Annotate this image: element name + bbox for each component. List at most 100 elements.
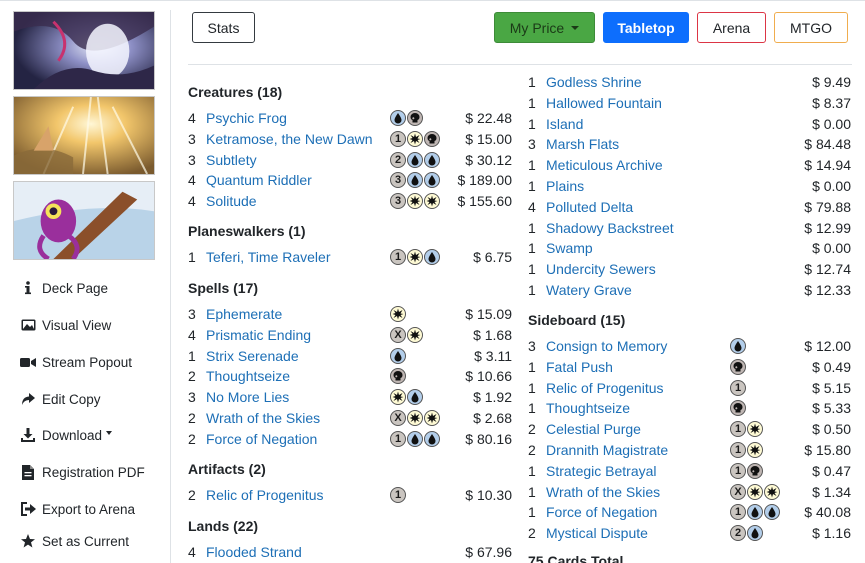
card-name-link[interactable]: Thoughtseize xyxy=(206,368,290,384)
card-name-link[interactable]: Consign to Memory xyxy=(546,338,667,354)
card-price: $ 12.33 xyxy=(804,282,851,298)
card-quantity: 1 xyxy=(528,240,536,257)
stats-button[interactable]: Stats xyxy=(192,12,255,43)
sidebar-item-visual-view[interactable]: Visual View xyxy=(0,313,165,337)
white-mana-icon xyxy=(747,442,763,458)
sidebar-item-export-to-arena[interactable]: Export to Arena xyxy=(0,497,165,521)
star-icon xyxy=(20,533,36,549)
card-price: $ 5.33 xyxy=(812,400,851,417)
sidebar-item-label: Download xyxy=(42,427,103,443)
card-name-link[interactable]: Teferi, Time Raveler xyxy=(206,249,330,265)
card-quantity: 2 xyxy=(188,487,196,503)
card-quantity: 1 xyxy=(528,219,536,236)
card-row: 1 Relic of Progenitus 1 $ 5.15 xyxy=(528,378,851,398)
card-name-link[interactable]: Island xyxy=(546,116,583,132)
card-price: $ 15.09 xyxy=(465,306,512,322)
card-name-link[interactable]: Meticulous Archive xyxy=(546,157,663,173)
section-heading: Lands (22) xyxy=(188,518,259,534)
sidebar-item-set-as-current[interactable]: Set as Current xyxy=(0,529,165,553)
card-row: 3 Ephemerate $ 15.09 xyxy=(188,304,512,324)
white-mana-icon xyxy=(390,389,406,406)
card-price: $ 1.34 xyxy=(812,483,851,500)
card-name-link[interactable]: Swamp xyxy=(546,240,593,256)
arena-button[interactable]: Arena xyxy=(697,12,766,43)
card-name-link[interactable]: Watery Grave xyxy=(546,282,632,298)
card-name-link[interactable]: Celestial Purge xyxy=(546,421,641,437)
sidebar-item-registration-pdf[interactable]: Registration PDF xyxy=(0,460,165,484)
tabletop-button[interactable]: Tabletop xyxy=(603,12,689,43)
card-name-link[interactable]: Ephemerate xyxy=(206,306,282,322)
card-price: $ 10.66 xyxy=(465,368,512,385)
card-name-link[interactable]: Strategic Betrayal xyxy=(546,463,657,479)
white-mana-icon xyxy=(407,193,423,210)
generic-mana-1-icon: 1 xyxy=(390,487,406,503)
card-row: 3 Ketramose, the New Dawn 1 $ 15.00 xyxy=(188,129,512,149)
card-row: 1 Teferi, Time Raveler 1 $ 6.75 xyxy=(188,247,512,267)
card-name-link[interactable]: Ketramose, the New Dawn xyxy=(206,131,373,147)
card-name-link[interactable]: Shadowy Backstreet xyxy=(546,220,674,236)
card-name-link[interactable]: Subtlety xyxy=(206,152,257,168)
card-row: 2 Celestial Purge 1 $ 0.50 xyxy=(528,419,851,439)
black-mana-icon xyxy=(730,358,746,375)
card-name-link[interactable]: Plains xyxy=(546,178,584,194)
card-art-thumbnail-2[interactable] xyxy=(13,96,155,175)
card-quantity: 1 xyxy=(528,74,536,90)
card-row: 1 Undercity Sewers $ 12.74 xyxy=(528,259,851,279)
card-name-link[interactable]: Hallowed Fountain xyxy=(546,95,662,111)
card-price: $ 0.00 xyxy=(812,240,851,257)
card-price: $ 84.48 xyxy=(804,136,851,153)
card-quantity: 1 xyxy=(528,115,536,132)
card-name-link[interactable]: Fatal Push xyxy=(546,359,613,375)
sidebar-item-stream-popout[interactable]: Stream Popout xyxy=(0,350,165,374)
sidebar-item-download[interactable]: Download xyxy=(0,423,165,447)
top-border xyxy=(0,0,865,1)
card-name-link[interactable]: Flooded Strand xyxy=(206,544,302,560)
sidebar-item-deck-page[interactable]: Deck Page xyxy=(0,276,165,300)
blue-mana-icon xyxy=(747,525,763,542)
card-name-link[interactable]: Relic of Progenitus xyxy=(206,487,324,503)
card-art-thumbnail-1[interactable] xyxy=(13,11,155,90)
mana-cost: 1 xyxy=(390,430,440,447)
generic-mana-1-icon: 1 xyxy=(390,430,406,447)
card-name-link[interactable]: Wrath of the Skies xyxy=(206,410,320,426)
caret-down-icon xyxy=(106,431,112,435)
card-art-thumbnail-3[interactable] xyxy=(13,181,155,260)
blue-mana-icon xyxy=(407,172,423,189)
generic-mana-1-icon: 1 xyxy=(730,421,746,438)
card-name-link[interactable]: Wrath of the Skies xyxy=(546,484,660,500)
card-name-link[interactable]: Strix Serenade xyxy=(206,348,299,364)
card-name-link[interactable]: Force of Negation xyxy=(546,504,657,520)
card-name-link[interactable]: Polluted Delta xyxy=(546,199,633,215)
card-row: 4 Flooded Strand $ 67.96 xyxy=(188,542,512,562)
card-quantity: 4 xyxy=(188,326,196,343)
card-name-link[interactable]: Mystical Dispute xyxy=(546,525,648,541)
card-name-link[interactable]: No More Lies xyxy=(206,389,289,405)
card-price: $ 3.11 xyxy=(474,347,512,364)
card-quantity: 1 xyxy=(528,178,536,194)
card-name-link[interactable]: Undercity Sewers xyxy=(546,261,656,277)
my-price-dropdown[interactable]: My Price xyxy=(494,12,595,43)
card-name-link[interactable]: Psychic Frog xyxy=(206,110,287,126)
card-name-link[interactable]: Drannith Magistrate xyxy=(546,442,668,458)
sidebar-item-label: Edit Copy xyxy=(42,391,101,407)
card-price: $ 0.00 xyxy=(812,115,851,132)
card-quantity: 2 xyxy=(528,442,536,458)
card-name-link[interactable]: Force of Negation xyxy=(206,431,317,447)
mana-cost xyxy=(390,306,406,322)
card-quantity: 1 xyxy=(528,483,536,500)
generic-mana-1-icon: 1 xyxy=(730,462,746,479)
card-name-link[interactable]: Solitude xyxy=(206,193,257,209)
card-name-link[interactable]: Godless Shrine xyxy=(546,74,642,90)
mtgo-button[interactable]: MTGO xyxy=(774,12,848,43)
card-name-link[interactable]: Relic of Progenitus xyxy=(546,380,664,396)
card-row: 4 Solitude 3 $ 155.60 xyxy=(188,191,512,211)
white-mana-icon xyxy=(407,326,423,343)
card-name-link[interactable]: Marsh Flats xyxy=(546,136,619,152)
card-price: $ 5.15 xyxy=(812,379,851,396)
card-price: $ 12.00 xyxy=(804,338,851,354)
sidebar-item-edit-copy[interactable]: Edit Copy xyxy=(0,387,165,411)
card-name-link[interactable]: Quantum Riddler xyxy=(206,172,312,188)
card-name-link[interactable]: Prismatic Ending xyxy=(206,327,311,343)
mana-cost: 2 xyxy=(390,151,440,168)
card-name-link[interactable]: Thoughtseize xyxy=(546,400,630,416)
